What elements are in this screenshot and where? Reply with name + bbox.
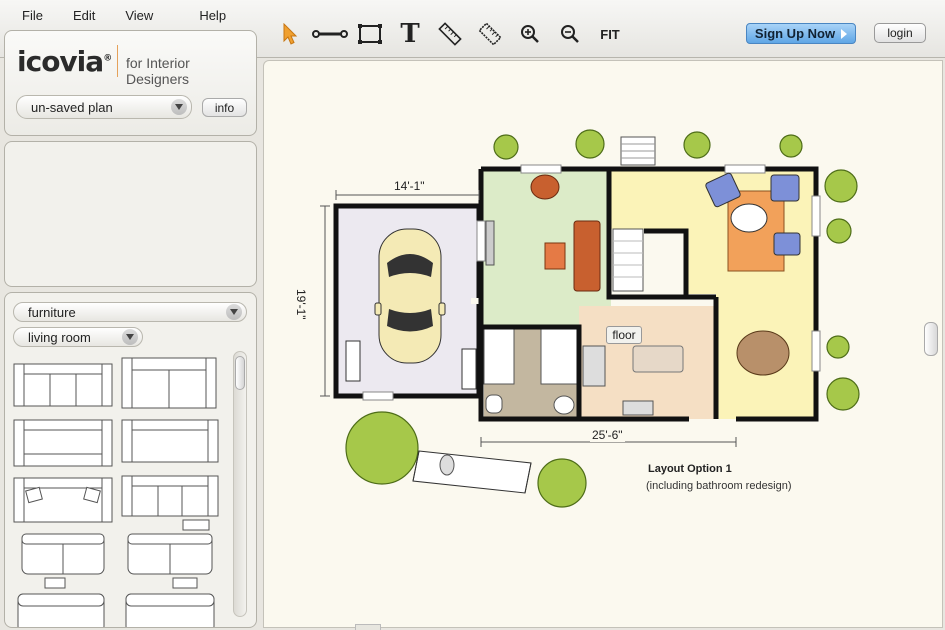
design-canvas[interactable]: 14'-1" 19'-1" 25'-6" <box>263 60 943 628</box>
zoom-in-icon[interactable] <box>510 18 550 50</box>
sofa-chaise-icon[interactable] <box>13 419 113 467</box>
dimension-icon[interactable] <box>470 18 510 50</box>
sofa-with-ottoman-icon[interactable] <box>121 475 219 531</box>
plan-panel: icovia® for Interior Designers un-saved … <box>4 30 257 136</box>
car-icon <box>374 228 446 364</box>
sign-up-label: Sign Up Now <box>754 26 836 41</box>
text-tool-icon[interactable]: T <box>390 18 430 50</box>
loveseat-icon[interactable] <box>121 419 219 463</box>
fit-button[interactable]: FIT <box>590 18 630 50</box>
tagline: for Interior Designers <box>126 55 190 87</box>
house-width-label: 25'-6" <box>590 428 625 442</box>
sectional-icon[interactable] <box>21 533 105 589</box>
menu-edit[interactable]: Edit <box>73 8 95 23</box>
menu-view[interactable]: View <box>125 8 153 23</box>
room-select-value: living room <box>28 329 91 345</box>
menu-help[interactable]: Help <box>199 8 226 23</box>
chaise-lounge-icon[interactable] <box>127 533 213 589</box>
info-button[interactable]: info <box>202 98 247 117</box>
sofa-3-seat-icon[interactable] <box>13 363 113 407</box>
chevron-down-icon <box>226 304 242 320</box>
menu-bar: File Edit View Help <box>22 8 256 23</box>
plan-select[interactable]: un-saved plan <box>16 95 192 119</box>
canvas-scroll-thumb[interactable] <box>924 322 938 356</box>
menu-file[interactable]: File <box>22 8 43 23</box>
floor-plan[interactable] <box>264 61 943 628</box>
trademark: ® <box>103 53 112 64</box>
plan-select-value: un-saved plan <box>31 99 113 115</box>
logo-text: icovia <box>17 45 104 78</box>
floor-label[interactable]: floor <box>606 326 642 344</box>
futon-icon[interactable] <box>125 593 215 627</box>
furniture-grid <box>11 357 227 627</box>
armchair-icon[interactable] <box>17 593 105 627</box>
library-scrollbar[interactable] <box>233 351 247 617</box>
caption-title: Layout Option 1 <box>648 463 732 475</box>
logo-separator <box>117 45 118 77</box>
sofa-2-seat-icon[interactable] <box>121 357 217 409</box>
zoom-out-icon[interactable] <box>550 18 590 50</box>
category-select[interactable]: furniture <box>13 302 247 322</box>
category-select-value: furniture <box>28 304 76 320</box>
select-arrow-icon[interactable] <box>270 18 310 50</box>
canvas-bottom-tab[interactable] <box>355 624 381 630</box>
chevron-down-icon <box>171 99 187 115</box>
garage-depth-label: 19'-1" <box>294 289 308 320</box>
ruler-icon[interactable] <box>430 18 470 50</box>
room-select[interactable]: living room <box>13 327 143 347</box>
toolbar: T FIT <box>270 18 630 50</box>
library-scroll-thumb[interactable] <box>235 356 245 390</box>
chevron-down-icon <box>122 329 138 345</box>
room-tool-icon[interactable] <box>350 18 390 50</box>
garage-width-label: 14'-1" <box>392 179 427 193</box>
logo: icovia® <box>17 45 112 78</box>
play-arrow-icon <box>841 28 848 39</box>
hammock-icon <box>412 450 532 494</box>
sofa-with-pillows-icon[interactable] <box>13 477 113 523</box>
login-button[interactable]: login <box>874 23 926 43</box>
sign-up-button[interactable]: Sign Up Now <box>746 23 856 44</box>
caption-subtitle: (including bathroom redesign) <box>646 480 792 492</box>
properties-panel <box>4 141 257 287</box>
library-panel: furniture living room <box>4 292 257 628</box>
wall-tool-icon[interactable] <box>310 18 350 50</box>
